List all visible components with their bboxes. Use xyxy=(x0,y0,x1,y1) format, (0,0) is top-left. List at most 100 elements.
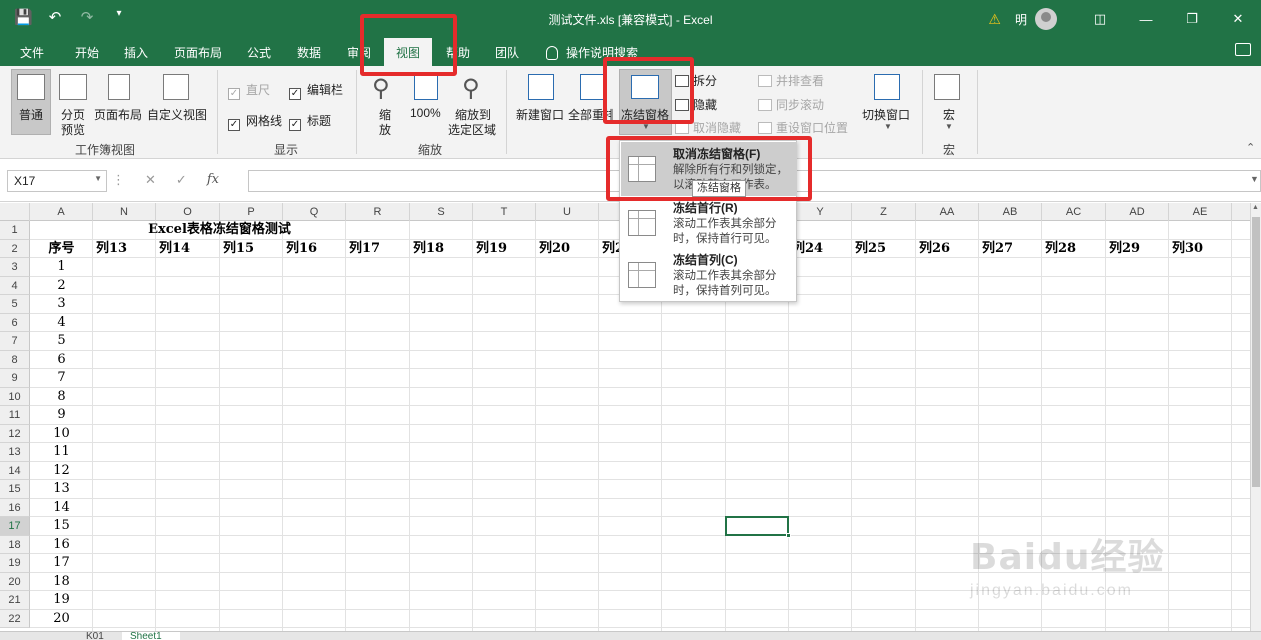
header-cell[interactable]: 列16 xyxy=(286,239,317,258)
column-header[interactable]: S xyxy=(410,203,473,221)
header-cell[interactable]: 列14 xyxy=(159,239,190,258)
serial-cell[interactable]: 6 xyxy=(30,350,93,369)
macros-icon[interactable] xyxy=(934,74,960,100)
insert-function-icon[interactable]: fx xyxy=(207,172,219,188)
column-header[interactable]: T xyxy=(473,203,536,221)
header-cell[interactable]: 列13 xyxy=(96,239,127,258)
column-header[interactable]: U xyxy=(536,203,599,221)
enter-icon[interactable]: ✓ xyxy=(176,172,187,188)
switch-windows-button[interactable]: 切换窗口 xyxy=(862,106,910,123)
row-header[interactable]: 6 xyxy=(0,313,30,332)
serial-cell[interactable]: 7 xyxy=(30,368,93,387)
header-cell[interactable]: 列18 xyxy=(413,239,444,258)
row-header[interactable]: 7 xyxy=(0,332,30,351)
gridlines-checkbox[interactable]: ✓ 网格线 xyxy=(228,112,282,131)
tab-home[interactable]: 开始 xyxy=(75,44,99,61)
macros-button[interactable]: 宏 xyxy=(943,106,955,123)
serial-cell[interactable]: 15 xyxy=(30,516,93,535)
page-layout-view-button[interactable]: 页面布局 xyxy=(94,106,142,123)
ribbon-display-icon[interactable]: ◫ xyxy=(1077,11,1123,27)
row-header[interactable]: 20 xyxy=(0,572,30,591)
header-cell[interactable]: 列15 xyxy=(223,239,254,258)
serial-cell[interactable]: 8 xyxy=(30,387,93,406)
serial-cell[interactable]: 10 xyxy=(30,424,93,443)
fill-handle[interactable] xyxy=(786,532,791,538)
new-window-icon[interactable] xyxy=(528,74,554,100)
close-icon[interactable]: ✕ xyxy=(1215,11,1261,27)
column-header[interactable]: Y xyxy=(789,203,852,221)
row-header[interactable]: 13 xyxy=(0,443,30,462)
headings-checkbox[interactable]: ✓ 标题 xyxy=(289,112,331,131)
comments-icon[interactable] xyxy=(1235,43,1251,56)
avatar[interactable] xyxy=(1035,8,1057,30)
zoom-100-button[interactable]: 100% xyxy=(410,106,441,120)
zoom-100-icon[interactable] xyxy=(414,74,438,100)
header-cell[interactable]: 列17 xyxy=(349,239,380,258)
row-header[interactable]: 14 xyxy=(0,461,30,480)
minimize-icon[interactable]: — xyxy=(1123,12,1169,27)
serial-cell[interactable]: 9 xyxy=(30,405,93,424)
scrollbar-thumb[interactable] xyxy=(1252,217,1260,487)
header-cell[interactable]: 列29 xyxy=(1109,239,1140,258)
user-name[interactable]: 明 xyxy=(1015,11,1027,28)
column-header[interactable]: R xyxy=(346,203,410,221)
select-all-corner[interactable] xyxy=(0,203,30,221)
row-header[interactable]: 17 xyxy=(0,517,30,536)
column-header[interactable]: Z xyxy=(852,203,916,221)
warning-icon[interactable]: ⚠ xyxy=(988,11,1001,28)
column-header[interactable]: A xyxy=(30,203,93,221)
reset-window-position-button[interactable]: 重设窗口位置 xyxy=(758,119,848,136)
freeze-first-column-item[interactable]: 冻结首列(C) 滚动工作表其余部分时，保持首列可见。 xyxy=(621,248,797,302)
new-window-button[interactable]: 新建窗口 xyxy=(516,106,564,123)
switch-windows-icon[interactable] xyxy=(874,74,900,100)
column-header[interactable]: AD xyxy=(1106,203,1169,221)
serial-cell[interactable]: 18 xyxy=(30,572,93,591)
row-header[interactable]: 10 xyxy=(0,387,30,406)
header-cell[interactable]: 列20 xyxy=(539,239,570,258)
serial-cell[interactable]: 2 xyxy=(30,276,93,295)
chevron-down-icon[interactable]: ▼ xyxy=(94,174,102,183)
header-cell[interactable]: 列19 xyxy=(476,239,507,258)
row-header[interactable]: 2 xyxy=(0,239,30,258)
row-header[interactable]: 9 xyxy=(0,369,30,388)
column-header[interactable]: P xyxy=(220,203,283,221)
header-cell[interactable]: 列28 xyxy=(1045,239,1076,258)
formula-bar-checkbox[interactable]: ✓ 编辑栏 xyxy=(289,81,343,100)
row-header[interactable]: 15 xyxy=(0,480,30,499)
row-header[interactable]: 11 xyxy=(0,406,30,425)
row-header[interactable]: 16 xyxy=(0,498,30,517)
scroll-up-icon[interactable]: ▲ xyxy=(1252,204,1259,211)
header-cell[interactable]: 列27 xyxy=(982,239,1013,258)
serial-cell[interactable]: 4 xyxy=(30,313,93,332)
row-header[interactable]: 19 xyxy=(0,554,30,573)
row-header[interactable]: 1 xyxy=(0,221,30,240)
row-header[interactable]: 8 xyxy=(0,350,30,369)
view-side-by-side-button[interactable]: 并排查看 xyxy=(758,72,824,89)
tab-insert[interactable]: 插入 xyxy=(124,44,148,61)
freeze-top-row-item[interactable]: 冻结首行(R) 滚动工作表其余部分时，保持首行可见。 xyxy=(621,196,797,250)
row-header[interactable]: 12 xyxy=(0,424,30,443)
column-header[interactable]: N xyxy=(93,203,156,221)
serial-cell[interactable]: 17 xyxy=(30,553,93,572)
sheet-tab-k01[interactable]: K01 xyxy=(78,632,120,640)
tab-page-layout[interactable]: 页面布局 xyxy=(174,44,222,61)
tab-team[interactable]: 团队 xyxy=(495,44,519,61)
zoom-button-2[interactable]: 放 xyxy=(379,121,391,138)
zoom-to-selection-icon[interactable]: ⚲ xyxy=(462,74,480,103)
column-header[interactable]: Q xyxy=(283,203,346,221)
header-cell[interactable]: 列26 xyxy=(919,239,950,258)
expand-formula-bar-icon[interactable]: ▼ xyxy=(1250,174,1259,184)
serial-cell[interactable]: 16 xyxy=(30,535,93,554)
row-header[interactable]: 4 xyxy=(0,276,30,295)
vertical-scrollbar[interactable]: ▲ xyxy=(1250,203,1261,631)
collapse-ribbon-icon[interactable]: ⌃ xyxy=(1246,141,1255,154)
sheet-tab-sheet1[interactable]: Sheet1 xyxy=(122,632,180,640)
row-header[interactable]: 18 xyxy=(0,535,30,554)
serial-cell[interactable]: 14 xyxy=(30,498,93,517)
sheet-title-cell[interactable]: Excel表格冻结窗格测试 xyxy=(93,220,346,239)
sync-scroll-button[interactable]: 同步滚动 xyxy=(758,96,824,113)
header-cell[interactable]: 列30 xyxy=(1172,239,1203,258)
ruler-checkbox[interactable]: ✓ 直尺 xyxy=(228,81,270,100)
restore-icon[interactable]: ❐ xyxy=(1169,11,1215,27)
column-header[interactable]: AA xyxy=(916,203,979,221)
